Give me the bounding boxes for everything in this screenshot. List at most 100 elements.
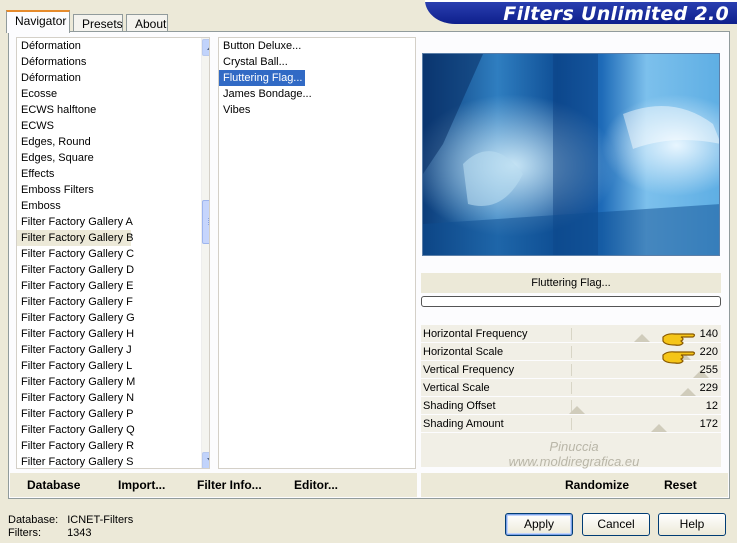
filter-list: Button Deluxe... Crystal Ball... Flutterin… (218, 37, 416, 469)
category-item[interactable]: Filter Factory Gallery P (17, 406, 209, 422)
category-item[interactable]: Filter Factory Gallery A (17, 214, 209, 230)
parameter-label: Horizontal Frequency (423, 328, 528, 340)
toolbar-divider (417, 473, 421, 497)
slider-track-mark (571, 382, 572, 394)
parameter-value: 255 (699, 364, 718, 376)
pointing-hand-icon (662, 333, 696, 346)
status-database-label: Database: (8, 514, 59, 526)
navigator-panel: Déformation Déformations Déformation Ecosse… (8, 31, 730, 499)
category-item[interactable]: Filter Factory Gallery H (17, 326, 209, 342)
chevron-up-icon (207, 45, 209, 50)
scroll-down-button[interactable] (202, 452, 209, 468)
parameter-label: Vertical Frequency (423, 364, 515, 376)
import-button[interactable]: Import... (118, 478, 165, 492)
parameter-slider[interactable]: Shading Offset 12 (421, 397, 721, 415)
slider-track-mark (571, 418, 572, 430)
parameter-slider[interactable]: Vertical Scale 229 (421, 379, 721, 397)
filter-item[interactable]: Fluttering Flag... (219, 70, 306, 86)
tab-presets[interactable]: Presets (73, 14, 123, 32)
tab-navigator[interactable]: Navigator (6, 10, 70, 33)
category-item[interactable]: Filter Factory Gallery R (17, 438, 209, 454)
slider-track-mark (571, 364, 572, 376)
pointing-hand-icon (662, 351, 696, 364)
database-button[interactable]: Database (27, 478, 80, 492)
apply-button-label: Apply (523, 517, 555, 531)
filter-name-display: Fluttering Flag... (421, 273, 721, 293)
filter-item[interactable]: Button Deluxe... (219, 38, 415, 54)
scroll-up-button[interactable] (202, 39, 209, 56)
parameter-value: 140 (699, 328, 718, 340)
watermark-line-2: www.moldiregrafica.eu (508, 454, 640, 469)
slider-thumb[interactable] (679, 388, 696, 396)
category-item[interactable]: Ecosse (17, 86, 209, 102)
category-item[interactable]: ECWS (17, 118, 209, 134)
filter-items: Button Deluxe... Crystal Ball... Flutterin… (219, 38, 415, 118)
status-filters: Filters: 1343 (8, 527, 92, 539)
category-item[interactable]: ECWS halftone (17, 102, 209, 118)
progress-bar (421, 296, 721, 307)
category-list: Déformation Déformations Déformation Ecosse… (16, 37, 210, 469)
slider-thumb[interactable] (569, 406, 586, 414)
randomize-button[interactable]: Randomize (565, 478, 629, 492)
category-item[interactable]: Edges, Square (17, 150, 209, 166)
parameter-label: Shading Amount (423, 418, 504, 430)
filter-item[interactable]: James Bondage... (219, 86, 415, 102)
scroll-thumb[interactable] (202, 200, 209, 244)
category-item[interactable]: Filter Factory Gallery B (17, 230, 133, 246)
apply-button[interactable]: Apply (505, 513, 573, 536)
category-item[interactable]: Déformation (17, 38, 209, 54)
category-item[interactable]: Filter Factory Gallery L (17, 358, 209, 374)
filter-name-text: Fluttering Flag... (531, 277, 611, 289)
category-item[interactable]: Filter Factory Gallery J (17, 342, 209, 358)
tab-about-label: About (135, 17, 167, 31)
parameter-slider[interactable]: Shading Amount 172 (421, 415, 721, 433)
tab-about[interactable]: About (126, 14, 168, 32)
watermark-line-1: Pinuccia (549, 439, 599, 454)
status-database: Database: ICNET-Filters (8, 514, 133, 526)
chevron-down-icon (207, 458, 209, 463)
status-database-value: ICNET-Filters (67, 514, 134, 526)
category-item[interactable]: Emboss Filters (17, 182, 209, 198)
filter-item[interactable]: Crystal Ball... (219, 54, 415, 70)
slider-thumb[interactable] (634, 334, 651, 342)
category-item[interactable]: Déformations (17, 54, 209, 70)
category-scrollbar[interactable] (201, 38, 209, 468)
filter-info-button[interactable]: Filter Info... (197, 478, 262, 492)
watermark: Pinuccia www.moldiregrafica.eu (449, 439, 699, 469)
category-item[interactable]: Déformation (17, 70, 209, 86)
tab-navigator-label: Navigator (15, 14, 67, 28)
cancel-button[interactable]: Cancel (582, 513, 650, 536)
slider-track-mark (571, 328, 572, 340)
category-item[interactable]: Filter Factory Gallery N (17, 390, 209, 406)
slider-thumb[interactable] (650, 424, 667, 432)
help-button[interactable]: Help (658, 513, 726, 536)
parameter-list: Horizontal Frequency 140 Horizontal Scale 2… (421, 325, 721, 433)
preview-graphic (423, 54, 719, 255)
editor-button[interactable]: Editor... (294, 478, 338, 492)
category-item[interactable]: Effects (17, 166, 209, 182)
help-button-label: Help (679, 517, 705, 531)
category-items: Déformation Déformations Déformation Ecosse… (17, 38, 209, 468)
category-item[interactable]: Filter Factory Gallery G (17, 310, 209, 326)
preview-image (422, 53, 720, 256)
category-item[interactable]: Emboss (17, 198, 209, 214)
category-item[interactable]: Filter Factory Gallery S (17, 454, 209, 468)
status-filters-value: 1343 (67, 527, 92, 539)
category-item[interactable]: Filter Factory Gallery D (17, 262, 209, 278)
reset-button[interactable]: Reset (664, 478, 697, 492)
filter-item[interactable]: Vibes (219, 102, 415, 118)
bottom-toolbar: Database Import... Filter Info... Editor… (10, 473, 728, 497)
category-item[interactable]: Filter Factory Gallery C (17, 246, 209, 262)
category-item[interactable]: Edges, Round (17, 134, 209, 150)
parameter-value: 229 (699, 382, 718, 394)
category-item[interactable]: Filter Factory Gallery E (17, 278, 209, 294)
parameter-value: 172 (699, 418, 718, 430)
parameter-value: 220 (699, 346, 718, 358)
parameter-label: Vertical Scale (423, 382, 490, 394)
cancel-button-label: Cancel (597, 517, 635, 531)
parameter-value: 12 (705, 400, 718, 412)
category-item[interactable]: Filter Factory Gallery F (17, 294, 209, 310)
banner-title: Filters Unlimited 2.0 (503, 3, 729, 25)
category-item[interactable]: Filter Factory Gallery M (17, 374, 209, 390)
category-item[interactable]: Filter Factory Gallery Q (17, 422, 209, 438)
